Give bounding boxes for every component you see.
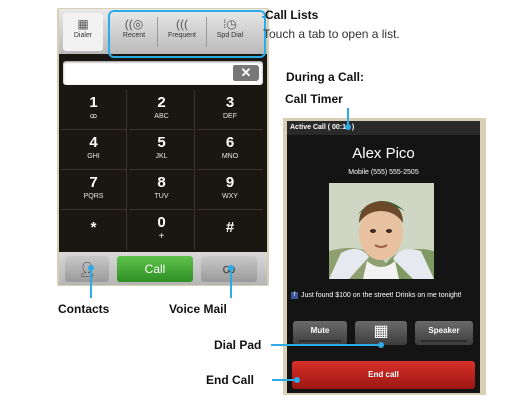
callout-dot: [378, 342, 384, 348]
key-letters: TUV: [154, 193, 169, 200]
status-text: Just found $100 on the street! Drinks on…: [301, 292, 462, 299]
end-call-label: End call: [368, 370, 399, 379]
speaker-label: Speaker: [428, 326, 460, 335]
backspace-button[interactable]: ✕: [233, 65, 259, 81]
key-letters: MNO: [221, 153, 239, 160]
callout-line: [271, 344, 381, 346]
dialpad-keys: 1 ꝏ 2 ABC 3 DEF 4 GHI 5 JKL 6 MNO 7 PQRS…: [61, 90, 265, 252]
callout-dot: [294, 377, 300, 383]
dialpad-key-star[interactable]: *: [61, 210, 127, 250]
call-button-label: Call: [144, 262, 166, 276]
key-number: *: [90, 219, 97, 236]
key-letters: JKL: [155, 153, 168, 160]
speaker-button[interactable]: Speaker: [415, 321, 473, 345]
key-letters: DEF: [223, 113, 237, 120]
caller-number: Mobile (555) 555-2505: [348, 169, 419, 176]
dialpad-key-3[interactable]: 3 DEF: [197, 90, 263, 130]
in-call-screen: Active Call ( 00:12 ) Alex Pico Mobile (…: [287, 121, 480, 393]
facebook-icon: f: [291, 291, 298, 299]
dialpad-key-4[interactable]: 4 GHI: [61, 130, 127, 170]
dialpad-grid-icon: ▦: [373, 323, 389, 340]
callout-dot: [88, 265, 94, 271]
social-status-update: f Just found $100 on the street! Drinks o…: [291, 291, 476, 301]
caller-name: Alex Pico: [352, 145, 415, 162]
call-lists-bracket: [108, 10, 266, 58]
key-letters: +: [158, 231, 165, 242]
key-number: 6: [225, 134, 235, 151]
dialpad-key-2[interactable]: 2 ABC: [129, 90, 195, 130]
key-letters: ABC: [154, 113, 169, 120]
call-lists-description: Touch a tab to open a list.: [263, 27, 400, 41]
key-number: 3: [225, 94, 235, 111]
contacts-button[interactable]: 👤︎: [65, 256, 109, 282]
dialpad-key-0[interactable]: 0 +: [129, 210, 195, 250]
key-letters: PQRS: [83, 193, 104, 200]
number-entry-field[interactable]: ✕: [63, 61, 263, 85]
callout-line: [347, 108, 349, 125]
key-number: 0: [157, 214, 166, 231]
key-number: 7: [89, 174, 98, 191]
toggle-indicator: [421, 340, 467, 342]
mute-button[interactable]: Mute: [293, 321, 347, 345]
call-lists-label: Call Lists: [265, 8, 319, 22]
delete-icon: ✕: [240, 65, 252, 80]
key-number: 8: [157, 174, 166, 191]
end-call-button[interactable]: End call: [292, 361, 475, 389]
key-number: 4: [89, 134, 98, 151]
voice-mail-label: Voice Mail: [169, 302, 227, 316]
key-number: #: [225, 219, 235, 236]
dialpad-key-9[interactable]: 9 WXY: [197, 170, 263, 210]
dialpad-key-1[interactable]: 1 ꝏ: [61, 90, 127, 130]
call-timer-label: Call Timer: [285, 92, 343, 106]
callout-dot: [345, 124, 351, 130]
call-button[interactable]: Call: [117, 256, 193, 282]
dialpad-key-7[interactable]: 7 PQRS: [61, 170, 127, 210]
caller-photo: [329, 183, 434, 279]
dial-pad-label: Dial Pad: [214, 338, 262, 352]
during-call-label: During a Call:: [286, 70, 365, 84]
key-letters: WXY: [222, 193, 238, 200]
key-number: 1: [89, 94, 98, 111]
dialpad-key-6[interactable]: 6 MNO: [197, 130, 263, 170]
dialpad-key-8[interactable]: 8 TUV: [129, 170, 195, 210]
key-letters: GHI: [87, 153, 100, 160]
tab-dialer[interactable]: ▦ Dialer: [63, 13, 103, 51]
key-number: 5: [157, 134, 166, 151]
voicemail-icon: ꝏ: [89, 113, 98, 120]
end-call-callout-label: End Call: [206, 373, 255, 387]
mute-label: Mute: [310, 326, 330, 335]
contacts-label: Contacts: [58, 302, 110, 316]
toggle-indicator: [299, 340, 341, 342]
callout-line: [90, 268, 92, 298]
key-number: 2: [157, 94, 166, 111]
grid-icon: ▦: [77, 17, 89, 31]
key-number: 9: [225, 174, 235, 191]
active-call-title: Active Call ( 00:12 ): [287, 121, 480, 135]
callout-dot: [228, 265, 234, 271]
tab-dialer-label: Dialer: [73, 32, 93, 39]
callout-line: [230, 268, 232, 298]
dialpad-key-hash[interactable]: #: [197, 210, 263, 250]
dialpad-key-5[interactable]: 5 JKL: [129, 130, 195, 170]
